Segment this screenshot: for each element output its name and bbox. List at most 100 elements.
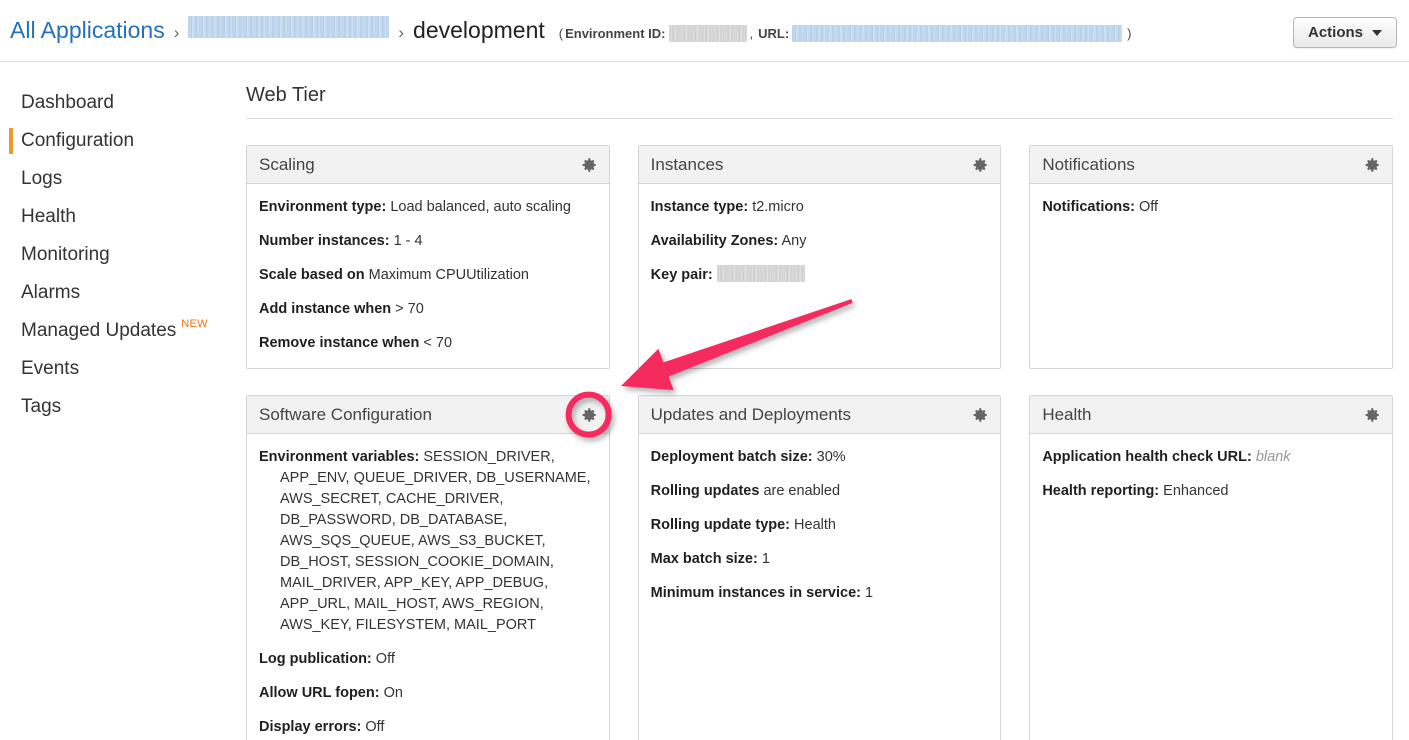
config-row-value: Off [375, 651, 395, 668]
config-row-label: Rolling updates [650, 483, 760, 500]
sidebar-item-label: Monitoring [21, 244, 110, 265]
environment-variables-value: SESSION_DRIVER, APP_ENV, QUEUE_DRIVER, D… [280, 449, 591, 634]
config-row-label: Allow URL fopen: [259, 685, 380, 702]
card-scaling-header: Scaling [247, 146, 609, 184]
config-row-value: Load balanced, auto scaling [390, 199, 571, 215]
config-row-label: Key pair: [650, 267, 713, 284]
config-row-label: Log publication: [259, 651, 372, 668]
card-notifications-header: Notifications [1030, 146, 1392, 184]
environment-variables-label: Environment variables: [259, 449, 420, 466]
config-row-value: Enhanced [1163, 483, 1229, 500]
sidebar-item-label: Events [21, 358, 80, 379]
breadcrumb: All Applications › › development ( Envir… [10, 16, 1134, 44]
config-row-value: > 70 [395, 301, 424, 318]
sidebar-item-dashboard[interactable]: Dashboard [0, 84, 246, 122]
notifications-gear-icon[interactable] [1363, 156, 1381, 174]
software-configuration-gear-icon[interactable] [580, 406, 598, 424]
card-health-title: Health [1042, 404, 1092, 424]
breadcrumb-application-name-redacted[interactable] [188, 16, 390, 38]
config-row-value: 1 [865, 585, 874, 602]
config-row: Remove instance when < 70 [259, 333, 597, 354]
config-row: Instance type: t2.micro [651, 197, 989, 218]
card-notifications-body: Notifications: Off [1030, 184, 1392, 342]
config-row-value: Off [1139, 199, 1159, 215]
sidebar-item-alarms[interactable]: Alarms [0, 274, 246, 312]
environment-variables-row: Environment variables: SESSION_DRIVER, A… [259, 447, 597, 636]
config-row-label: Minimum instances in service: [650, 585, 861, 602]
sidebar-item-logs[interactable]: Logs [0, 160, 246, 198]
meta-close-paren: ) [1127, 26, 1132, 41]
card-health-header: Health [1030, 396, 1392, 435]
card-updates-and-deployments-header: Updates and Deployments [638, 396, 1001, 435]
config-row-label: Health reporting: [1042, 483, 1160, 500]
meta-open-paren: ( [558, 26, 564, 41]
config-row: Add instance when > 70 [259, 299, 597, 320]
sidebar-item-tags[interactable]: Tags [0, 388, 246, 426]
breadcrumb-current-environment: development [413, 17, 545, 43]
sidebar-item-managed-updates[interactable]: Managed Updates NEW [0, 312, 246, 350]
config-row-value: 1 - 4 [393, 233, 423, 250]
sidebar-item-label: Health [21, 206, 76, 227]
environment-meta: ( Environment ID: , URL: ) [557, 25, 1134, 42]
config-row-value: Maximum CPUUtilization [368, 267, 529, 284]
config-row: Log publication: Off [259, 649, 597, 670]
card-scaling-body: Environment type: Load balanced, auto sc… [247, 184, 609, 368]
sidebar: Dashboard Configuration Logs Health Monitori… [0, 62, 246, 740]
meta-comma: , [749, 26, 754, 41]
config-row-label: Deployment batch size: [650, 449, 813, 466]
config-row: Key pair: [651, 265, 989, 286]
main-content: Web Tier Scaling Environment type: Load … [246, 62, 1409, 740]
config-row-value: t2.micro [752, 199, 804, 215]
page-title: Web Tier [246, 84, 326, 106]
config-row: Scale based on Maximum CPUUtilization [259, 265, 597, 286]
card-scaling-title: Scaling [259, 154, 315, 174]
config-row-value: On [383, 685, 403, 702]
card-software-configuration-header: Software Configuration [247, 396, 609, 435]
card-instances: Instances Instance type: t2.micro Availab… [637, 145, 1002, 370]
config-row-label: Environment type: [259, 199, 387, 215]
actions-button-label: Actions [1307, 24, 1363, 41]
actions-button[interactable]: Actions [1292, 17, 1397, 48]
updates-and-deployments-gear-icon[interactable] [971, 406, 989, 424]
card-instances-header: Instances [638, 146, 1001, 184]
health-gear-icon[interactable] [1363, 406, 1381, 424]
config-row-label: Number instances: [259, 233, 390, 250]
config-row: Rolling update type: Health [651, 515, 989, 536]
config-row-value: 1 [761, 551, 770, 568]
card-updates-and-deployments-body: Deployment batch size: 30% Rolling update… [639, 434, 1001, 618]
config-row-value: Health [794, 517, 836, 534]
sidebar-item-monitoring[interactable]: Monitoring [0, 236, 246, 274]
config-row-label: Remove instance when [259, 335, 420, 352]
card-software-configuration-title: Software Configuration [259, 404, 432, 424]
config-row-label: Rolling update type: [650, 517, 791, 534]
sidebar-item-configuration[interactable]: Configuration [0, 122, 246, 160]
config-row-label: Notifications: [1042, 199, 1135, 215]
config-row-label: Max batch size: [650, 551, 758, 568]
sidebar-item-health[interactable]: Health [0, 198, 246, 236]
config-row-value: Any [781, 233, 807, 250]
scaling-gear-icon[interactable] [580, 156, 598, 174]
breadcrumb-separator-1: › [173, 23, 180, 42]
configuration-card-grid: Scaling Environment type: Load balanced,… [246, 145, 1393, 740]
card-instances-title: Instances [650, 154, 724, 174]
card-health-body: Application health check URL: blank Healt… [1030, 434, 1392, 596]
config-row: Display errors: Off [259, 717, 597, 738]
environment-url-value-redacted[interactable] [792, 25, 1123, 42]
config-row: Notifications: Off [1042, 197, 1380, 218]
sidebar-item-events[interactable]: Events [0, 350, 246, 388]
config-row-value: blank [1255, 449, 1291, 466]
config-row-label: Scale based on [259, 267, 365, 284]
environment-url-label: URL: [758, 26, 790, 41]
config-row: Availability Zones: Any [651, 231, 989, 252]
key-pair-value-redacted [716, 265, 805, 283]
card-instances-body: Instance type: t2.micro Availability Zone… [639, 184, 1001, 342]
instances-gear-icon[interactable] [971, 156, 989, 174]
sidebar-item-label: Configuration [21, 130, 135, 151]
card-software-configuration: Software Configuration Environment varia… [246, 395, 610, 740]
breadcrumb-all-applications-link[interactable]: All Applications [10, 17, 165, 44]
config-row-label: Application health check URL: [1042, 449, 1252, 466]
config-row: Environment type: Load balanced, auto sc… [259, 197, 597, 218]
config-row: Max batch size: 1 [651, 549, 989, 570]
config-row: Allow URL fopen: On [259, 683, 597, 704]
card-software-configuration-body: Environment variables: SESSION_DRIVER, A… [247, 434, 609, 740]
